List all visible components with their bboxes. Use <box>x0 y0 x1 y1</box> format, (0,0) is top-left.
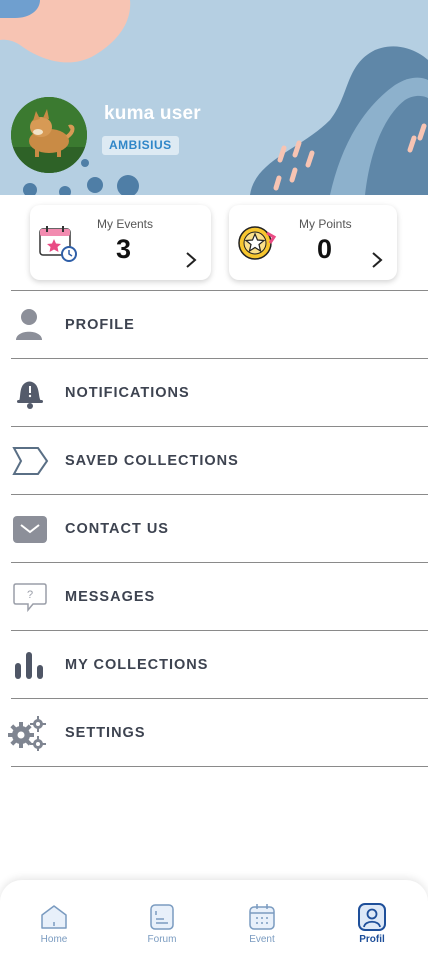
menu-label-messages: MESSAGES <box>65 588 156 605</box>
chevron-right-icon <box>371 251 383 275</box>
calendar-icon <box>249 904 275 930</box>
username: kuma user <box>104 103 201 124</box>
gears-icon <box>8 716 46 751</box>
bar-chart-icon <box>15 652 43 679</box>
menu-label-profile: PROFILE <box>65 316 135 333</box>
menu-item-settings[interactable]: SETTINGS <box>8 698 428 767</box>
events-count: 3 <box>116 234 132 264</box>
dog-photo <box>11 97 87 173</box>
nav-forum-label: Forum <box>147 934 177 945</box>
menu-label-saved-collections: SAVED COLLECTIONS <box>65 452 239 469</box>
avatar[interactable] <box>11 97 87 173</box>
my-points-card[interactable]: My Points 0 <box>229 205 397 280</box>
home-icon <box>41 905 67 929</box>
tag-icon <box>12 447 49 475</box>
nav-event-label: Event <box>249 934 275 945</box>
points-label: My Points <box>299 217 352 231</box>
status-badge: AMBISIUS <box>102 136 179 155</box>
menu-item-notifications[interactable]: NOTIFICATIONS <box>11 358 428 426</box>
forum-icon <box>150 904 174 930</box>
nav-home[interactable]: Home <box>24 902 84 945</box>
user-icon <box>358 903 386 931</box>
nav-event[interactable]: Event <box>232 902 292 945</box>
nav-forum[interactable]: Forum <box>132 902 192 945</box>
menu-item-saved-collections[interactable]: SAVED COLLECTIONS <box>11 426 428 494</box>
person-icon <box>16 309 42 340</box>
mail-icon <box>13 516 47 543</box>
my-events-card[interactable]: My Events 3 <box>30 205 211 280</box>
menu-item-messages[interactable]: ? MESSAGES <box>11 562 428 630</box>
menu-label-notifications: NOTIFICATIONS <box>65 384 190 401</box>
svg-text:?: ? <box>27 589 33 601</box>
points-count: 0 <box>317 234 333 264</box>
menu-label-contact-us: CONTACT US <box>65 520 169 537</box>
events-label: My Events <box>97 217 154 231</box>
menu-item-my-collections[interactable]: MY COLLECTIONS <box>11 630 428 698</box>
calendar-star-icon <box>39 226 77 262</box>
menu-label-settings: SETTINGS <box>65 724 146 741</box>
menu-item-profile[interactable]: PROFILE <box>11 290 428 358</box>
profile-header: kuma user AMBISIUS <box>0 0 428 195</box>
menu-label-my-collections: MY COLLECTIONS <box>65 656 209 673</box>
question-bubble-icon: ? <box>13 583 47 613</box>
bell-icon <box>17 381 43 409</box>
nav-home-label: Home <box>40 934 68 945</box>
chevron-right-icon <box>185 251 197 275</box>
nav-profil[interactable]: Profil <box>342 902 402 945</box>
profile-menu: PROFILE NOTIFICATIONS SAVED COLLECTIONS … <box>8 290 428 767</box>
nav-profil-label: Profil <box>359 934 385 945</box>
menu-item-contact-us[interactable]: CONTACT US <box>11 494 428 562</box>
bottom-nav: Home Forum Event Profil <box>0 880 428 956</box>
star-badge-icon <box>238 226 277 260</box>
